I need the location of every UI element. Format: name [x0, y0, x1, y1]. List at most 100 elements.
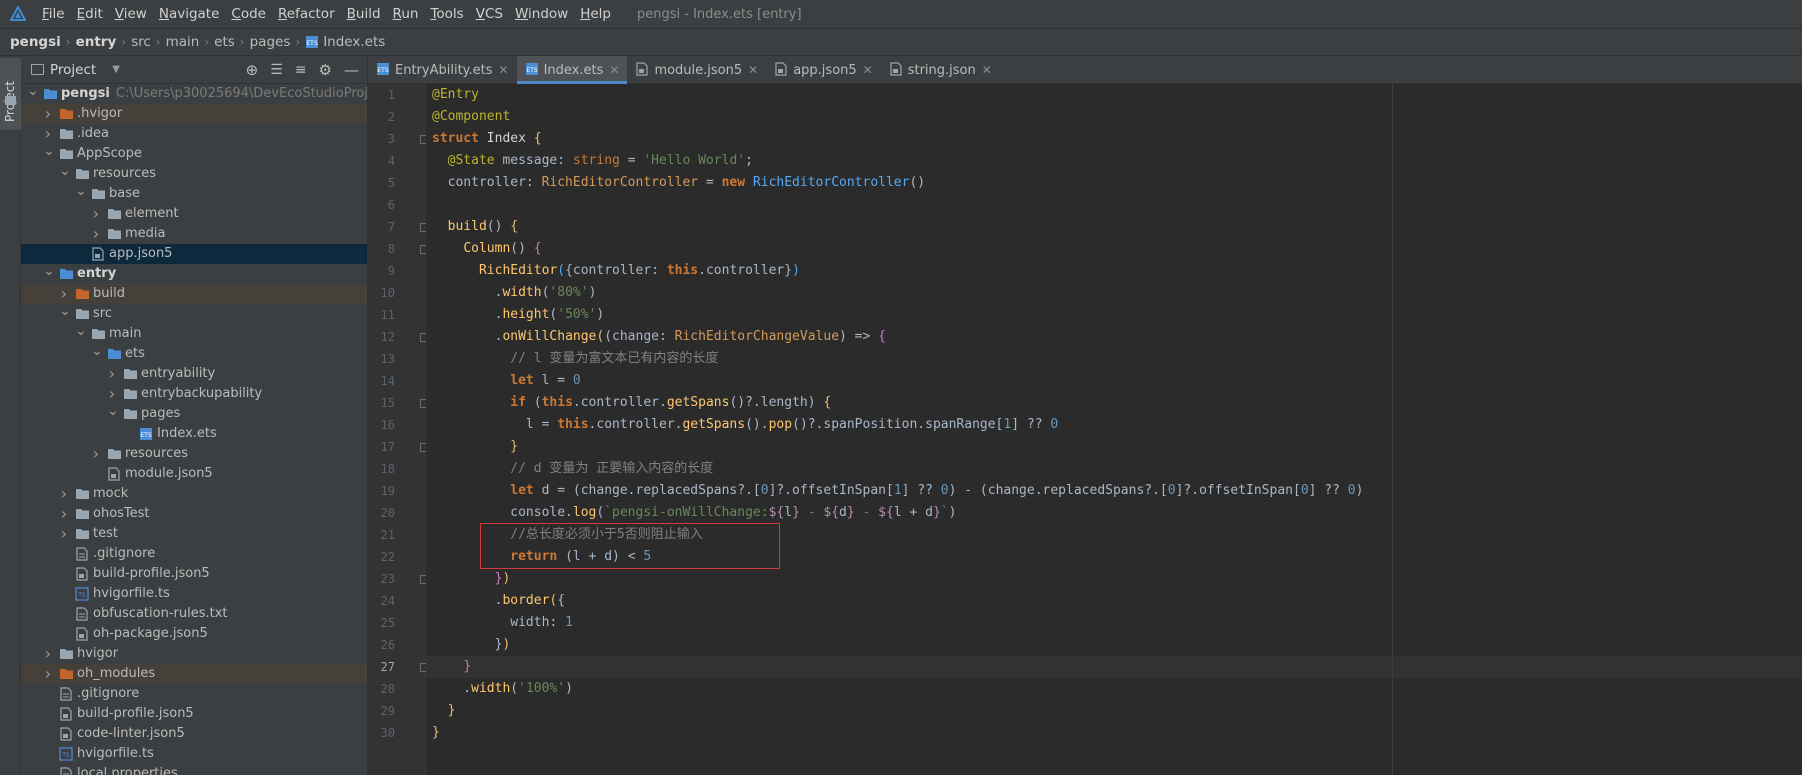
- chevron-right-icon[interactable]: ›: [43, 124, 53, 144]
- breadcrumb-item[interactable]: ets: [214, 34, 235, 50]
- tree-item[interactable]: › oh_modules: [21, 664, 367, 684]
- tree-item[interactable]: ⌄ main: [21, 324, 367, 344]
- chevron-right-icon[interactable]: ›: [59, 284, 69, 304]
- breadcrumb-item[interactable]: src: [131, 34, 151, 50]
- tree-item[interactable]: ⌄ ets: [21, 344, 367, 364]
- menu-item[interactable]: Build: [341, 0, 387, 28]
- chevron-right-icon[interactable]: ›: [43, 644, 53, 664]
- menu-item[interactable]: Refactor: [272, 0, 341, 28]
- menu-item[interactable]: View: [109, 0, 153, 28]
- close-icon[interactable]: ✕: [748, 63, 758, 77]
- tree-item[interactable]: › .idea: [21, 124, 367, 144]
- chevron-down-icon[interactable]: ⌄: [75, 324, 87, 344]
- tree-item[interactable]: ⌄ pages: [21, 404, 367, 424]
- line-number: 28: [380, 682, 395, 696]
- tree-item[interactable]: › media: [21, 224, 367, 244]
- chevron-down-icon[interactable]: ⌄: [107, 404, 119, 424]
- editor-tab[interactable]: module.json5 ✕: [627, 56, 766, 84]
- tree-item[interactable]: .gitignore: [21, 544, 367, 564]
- chevron-right-icon[interactable]: ›: [43, 664, 53, 684]
- editor-tab[interactable]: ETS EntryAbility.ets ✕: [368, 56, 517, 84]
- chevron-right-icon[interactable]: ›: [91, 224, 101, 244]
- project-panel-title[interactable]: Project: [50, 62, 96, 78]
- tree-item[interactable]: oh-package.json5: [21, 624, 367, 644]
- chevron-right-icon[interactable]: ›: [59, 524, 69, 544]
- tree-item[interactable]: code-linter.json5: [21, 724, 367, 744]
- tree-item[interactable]: build-profile.json5: [21, 564, 367, 584]
- tree-item[interactable]: › hvigor: [21, 644, 367, 664]
- collapse-all-icon[interactable]: ≡: [295, 62, 307, 78]
- chevron-right-icon[interactable]: ›: [59, 504, 69, 524]
- chevron-down-icon[interactable]: ⌄: [43, 144, 55, 164]
- expand-all-icon[interactable]: ☰: [270, 62, 283, 78]
- tree-item[interactable]: › mock: [21, 484, 367, 504]
- hide-icon[interactable]: —: [344, 61, 359, 79]
- locate-icon[interactable]: ⊕: [246, 61, 259, 79]
- tree-item-label: test: [93, 524, 118, 544]
- close-icon[interactable]: ✕: [609, 63, 619, 77]
- menu-item[interactable]: Run: [387, 0, 425, 28]
- close-icon[interactable]: ✕: [982, 63, 992, 77]
- code-editor[interactable]: @Entry @Component struct Index { @State me…: [426, 84, 1802, 775]
- breadcrumb-item[interactable]: Index.ets: [323, 34, 385, 50]
- tree-item[interactable]: TS hvigorfile.ts: [21, 584, 367, 604]
- tree-item[interactable]: › test: [21, 524, 367, 544]
- breadcrumb-item[interactable]: pages: [250, 34, 291, 50]
- code-token: (): [510, 241, 534, 256]
- tree-item[interactable]: › build: [21, 284, 367, 304]
- breadcrumb-item[interactable]: main: [166, 34, 200, 50]
- menu-item[interactable]: Tools: [424, 0, 469, 28]
- menu-item[interactable]: Help: [574, 0, 617, 28]
- tree-item[interactable]: ⌄ base: [21, 184, 367, 204]
- tree-item[interactable]: › ohosTest: [21, 504, 367, 524]
- menu-item[interactable]: Edit: [71, 0, 109, 28]
- chevron-down-icon[interactable]: ⌄: [43, 264, 55, 284]
- chevron-down-icon[interactable]: ⌄: [27, 84, 39, 104]
- tree-item[interactable]: TS hvigorfile.ts: [21, 744, 367, 764]
- tree-item[interactable]: ⌄ pengsi C:\Users\p30025694\DevEcoStudioPr…: [21, 84, 367, 104]
- tree-item[interactable]: ⌄ resources: [21, 164, 367, 184]
- project-tool-window-tab[interactable]: Project: [0, 58, 21, 130]
- menu-item[interactable]: Navigate: [153, 0, 226, 28]
- chevron-down-icon[interactable]: ⌄: [91, 344, 103, 364]
- chevron-right-icon[interactable]: ›: [107, 364, 117, 384]
- menu-item[interactable]: VCS: [470, 0, 509, 28]
- tree-item[interactable]: ETS Index.ets: [21, 424, 367, 444]
- chevron-right-icon[interactable]: ›: [43, 104, 53, 124]
- code-token: d = (change.replacedSpans?.[: [541, 483, 761, 498]
- menu-item[interactable]: File: [36, 0, 71, 28]
- close-icon[interactable]: ✕: [499, 63, 509, 77]
- chevron-down-icon[interactable]: ▼: [112, 64, 120, 75]
- editor-tab[interactable]: ETS Index.ets ✕: [516, 56, 628, 84]
- tree-item[interactable]: obfuscation-rules.txt: [21, 604, 367, 624]
- tree-item[interactable]: ⌄ entry: [21, 264, 367, 284]
- tree-item[interactable]: › entrybackupability: [21, 384, 367, 404]
- tree-item[interactable]: › .hvigor: [21, 104, 367, 124]
- tree-item[interactable]: ⌄ AppScope: [21, 144, 367, 164]
- gear-icon[interactable]: ⚙: [319, 61, 332, 79]
- chevron-right-icon[interactable]: ›: [91, 204, 101, 224]
- chevron-right-icon[interactable]: ›: [107, 384, 117, 404]
- chevron-down-icon[interactable]: ⌄: [75, 184, 87, 204]
- chevron-down-icon[interactable]: ⌄: [59, 304, 71, 324]
- tree-item[interactable]: local.properties: [21, 764, 367, 775]
- tree-item[interactable]: › entryability: [21, 364, 367, 384]
- menu-item[interactable]: Window: [509, 0, 574, 28]
- tree-item[interactable]: build-profile.json5: [21, 704, 367, 724]
- tree-item[interactable]: app.json5: [21, 244, 367, 264]
- editor-tab[interactable]: app.json5 ✕: [766, 56, 881, 84]
- tree-item[interactable]: .gitignore: [21, 684, 367, 704]
- close-icon[interactable]: ✕: [863, 63, 873, 77]
- chevron-down-icon[interactable]: ⌄: [59, 164, 71, 184]
- tree-item[interactable]: module.json5: [21, 464, 367, 484]
- tree-item[interactable]: › resources: [21, 444, 367, 464]
- breadcrumb-item[interactable]: entry: [76, 34, 117, 50]
- chevron-right-icon[interactable]: ›: [91, 444, 101, 464]
- tree-item[interactable]: › element: [21, 204, 367, 224]
- chevron-right-icon[interactable]: ›: [59, 484, 69, 504]
- breadcrumb-item[interactable]: pengsi: [10, 34, 61, 50]
- tree-item[interactable]: ⌄ src: [21, 304, 367, 324]
- menu-item[interactable]: Code: [225, 0, 272, 28]
- editor-tab[interactable]: string.json ✕: [881, 56, 1000, 84]
